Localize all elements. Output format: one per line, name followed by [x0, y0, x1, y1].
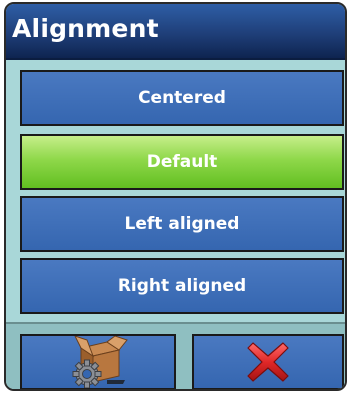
- footer-bar: [6, 324, 345, 389]
- box-gear-icon: [67, 336, 129, 388]
- red-x-icon: [245, 339, 291, 385]
- option-left-aligned[interactable]: Left aligned: [20, 196, 344, 252]
- option-label: Left aligned: [124, 214, 240, 234]
- option-label: Default: [146, 152, 218, 172]
- option-default[interactable]: Default: [20, 134, 344, 190]
- title-bar: Alignment: [6, 4, 345, 60]
- dialog-title: Alignment: [12, 14, 159, 43]
- option-right-aligned[interactable]: Right aligned: [20, 258, 344, 314]
- option-centered[interactable]: Centered: [20, 70, 344, 126]
- option-label: Right aligned: [117, 276, 247, 296]
- setup-button[interactable]: [20, 334, 176, 389]
- alignment-dialog: Alignment Centered Default Left aligned …: [4, 2, 347, 391]
- cancel-button[interactable]: [192, 334, 344, 389]
- option-label: Centered: [138, 88, 226, 108]
